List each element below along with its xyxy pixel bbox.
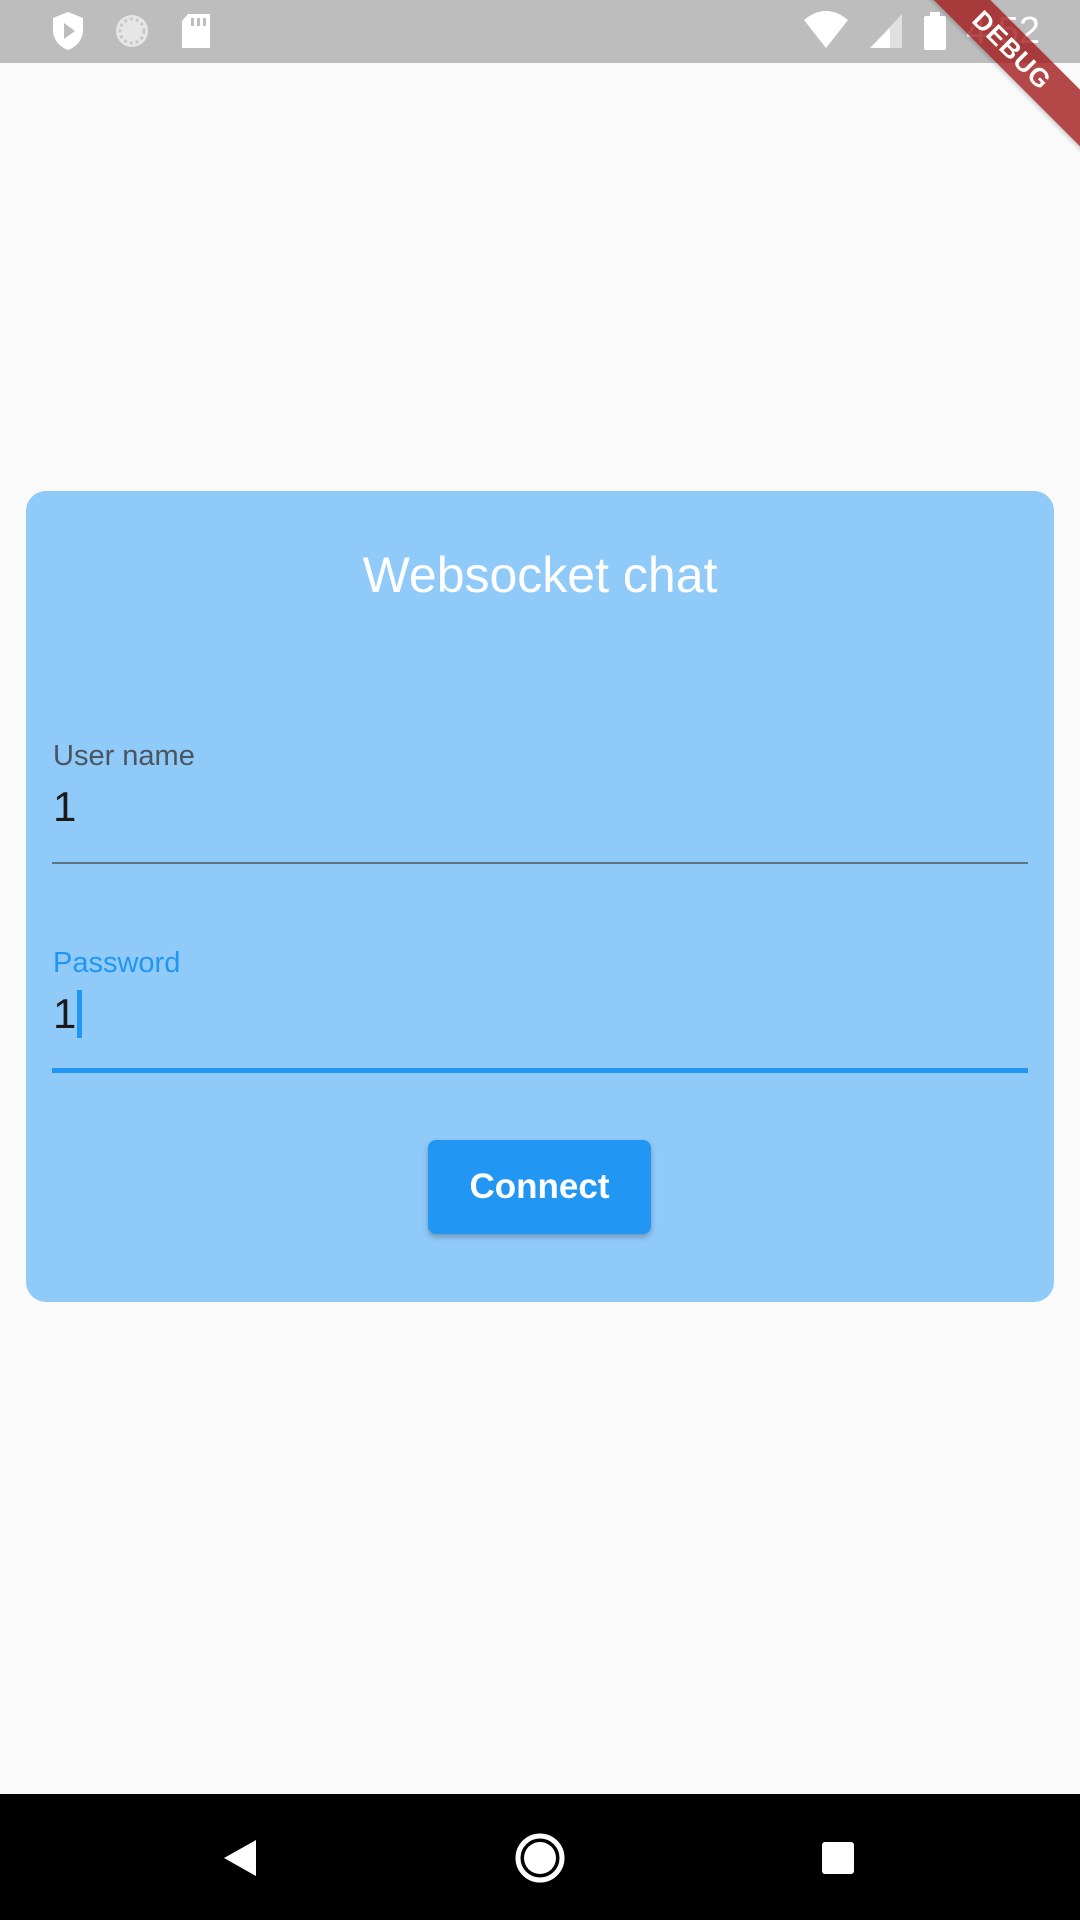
status-bar-left-icons [50,10,214,52]
status-bar: 4:52 [0,0,1080,63]
text-cursor [77,990,82,1038]
password-input[interactable] [53,987,1027,1041]
username-label: User name [53,740,195,772]
play-shield-icon [53,12,83,50]
password-label: Password [53,947,181,979]
card-title: Websocket chat [362,547,718,603]
username-input[interactable] [53,780,1027,834]
home-icon[interactable] [508,1826,572,1890]
sd-card-icon [182,14,210,48]
recents-icon[interactable] [806,1826,870,1890]
cell-signal-icon [870,14,903,48]
navigation-bar [0,1794,1080,1920]
battery-icon [924,12,947,50]
back-icon[interactable] [210,1826,274,1890]
wifi-icon [804,11,849,48]
username-underline [52,862,1028,864]
sync-circle-icon [116,15,148,47]
password-underline [52,1068,1028,1073]
connect-button[interactable]: Connect [428,1140,651,1234]
